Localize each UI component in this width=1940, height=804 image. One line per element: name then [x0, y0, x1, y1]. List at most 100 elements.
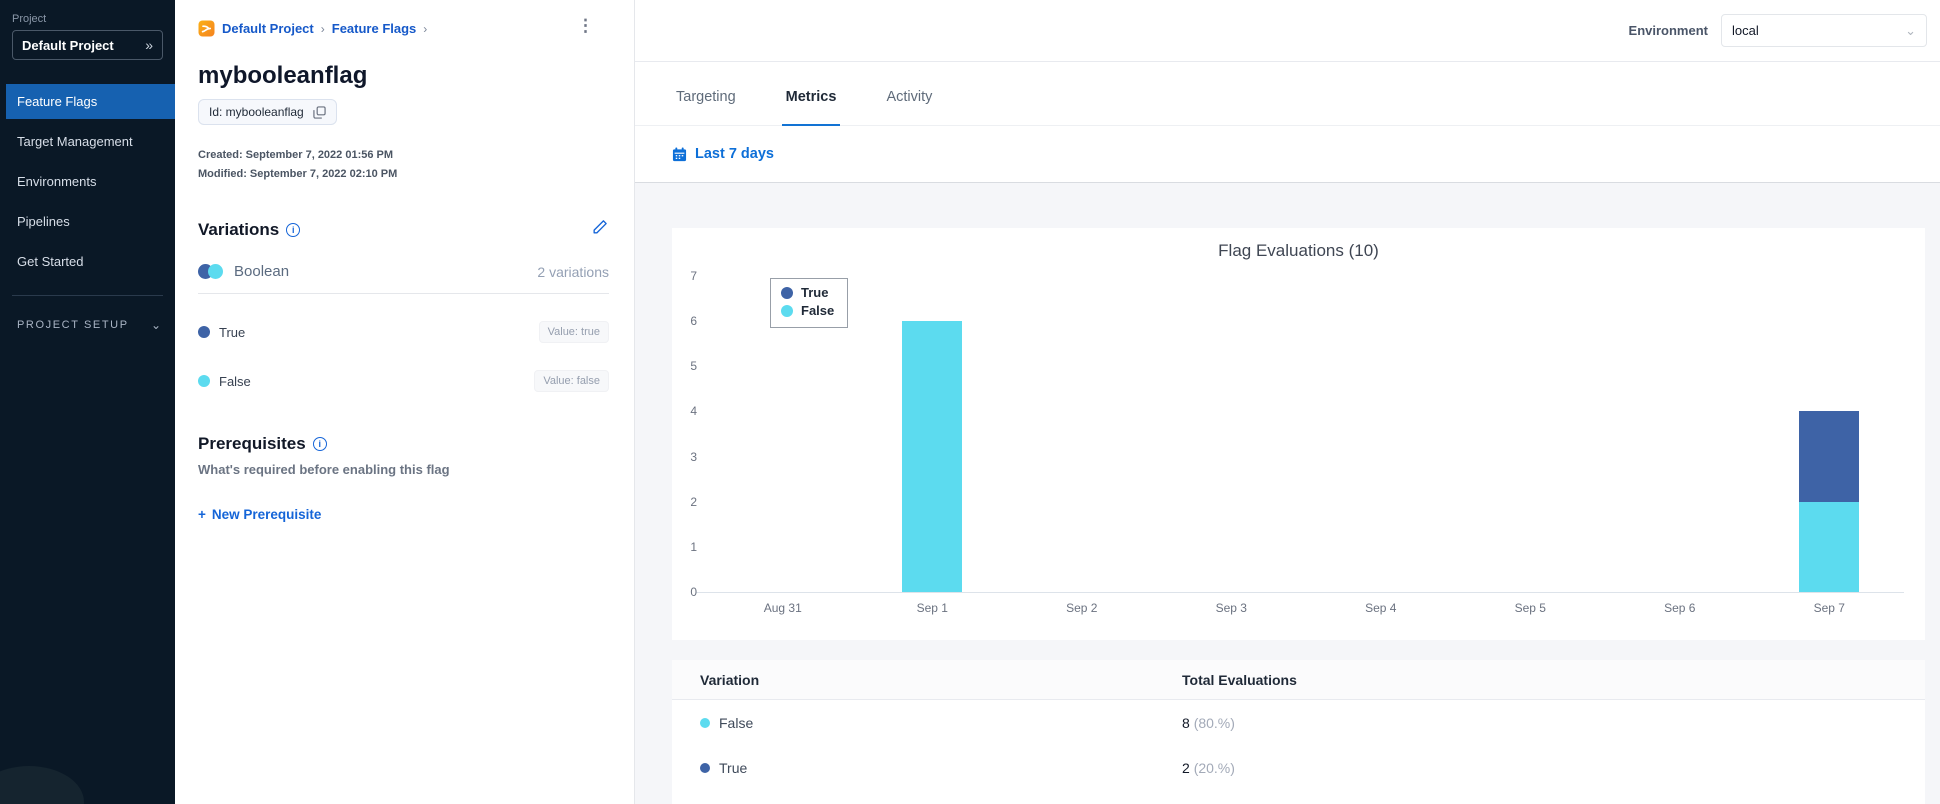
chevron-down-icon: ⌄	[1905, 22, 1916, 38]
variation-count: 2 variations	[537, 263, 609, 280]
metrics-panel: Environment local ⌄ Targeting Metrics Ac…	[635, 0, 1940, 804]
project-selector[interactable]: Default Project »	[12, 30, 163, 60]
sidebar-divider	[12, 295, 163, 296]
y-axis-tick: 2	[690, 494, 697, 509]
flag-evaluations-chart: Flag Evaluations (10) Aug 31 Sep 1 Sep 2 Se…	[672, 228, 1925, 640]
tab-activity[interactable]: Activity	[882, 89, 936, 126]
new-prerequisite-button[interactable]: + New Prerequisite	[198, 507, 321, 522]
false-row-percent: (80.%)	[1193, 714, 1235, 731]
column-variation: Variation	[700, 671, 760, 688]
column-total-evaluations: Total Evaluations	[1182, 671, 1297, 688]
false-variation-dot	[198, 375, 210, 387]
info-icon[interactable]: i	[286, 223, 301, 237]
chart-category-slot: Sep 2	[1007, 276, 1157, 615]
true-variation-value: Value: true	[538, 321, 609, 343]
y-axis-tick: 4	[690, 404, 697, 419]
true-row-percent: (20.%)	[1193, 759, 1235, 776]
variation-row-true: True Value: true	[198, 321, 609, 343]
legend-item[interactable]: True	[781, 284, 834, 302]
false-variation-name: False	[219, 373, 251, 389]
legend-label: False	[801, 303, 835, 318]
plus-icon: +	[198, 507, 206, 522]
chart-category-slot: Sep 5	[1456, 276, 1606, 615]
environment-selected-value: local	[1732, 23, 1759, 38]
sidebar-item-feature-flags[interactable]: Feature Flags	[6, 84, 175, 119]
x-axis-line	[696, 592, 1904, 593]
table-header-row: Variation Total Evaluations	[672, 660, 1925, 700]
flag-detail-panel: Default Project › Feature Flags › ⋮ mybo…	[175, 0, 635, 804]
y-axis-tick: 0	[690, 585, 697, 599]
info-icon[interactable]: i	[312, 437, 327, 451]
flag-modified: Modified: September 7, 2022 02:10 PM	[198, 168, 398, 180]
breadcrumb-default-project[interactable]: Default Project	[222, 21, 314, 36]
sidebar-item-target-management[interactable]: Target Management	[0, 124, 175, 159]
flag-id-text: Id: mybooleanflag	[209, 105, 304, 119]
chart-plot-area: Aug 31 Sep 1 Sep 2 Sep 3 Sep 4 Sep 5 Sep 6 Sep …	[690, 269, 1905, 615]
x-axis-label: Sep 2	[1066, 601, 1098, 615]
date-range-picker[interactable]: Last 7 days	[672, 146, 774, 162]
help-bubble[interactable]	[0, 766, 84, 804]
sidebar: Project Default Project » Feature Flags …	[0, 0, 175, 804]
y-axis-tick: 6	[690, 314, 697, 329]
chart-category-slot: Sep 6	[1605, 276, 1755, 615]
flag-id-chip[interactable]: Id: mybooleanflag	[198, 99, 337, 125]
breadcrumb-feature-flags[interactable]: Feature Flags	[332, 21, 417, 36]
table-row-true: True 2 (20.%)	[672, 745, 1925, 790]
project-setup-toggle[interactable]: PROJECT SETUP ⌄	[17, 318, 161, 332]
chart-category-slot: Sep 7	[1755, 276, 1905, 615]
stacked-bar[interactable]	[902, 321, 963, 592]
variation-row-false: False Value: false	[198, 370, 609, 392]
chart-legend[interactable]: True False	[770, 278, 849, 328]
y-axis-tick: 5	[690, 359, 697, 374]
false-row-name: False	[719, 714, 754, 731]
prerequisites-description: What's required before enabling this fla…	[198, 462, 450, 477]
app-window: Project Default Project » Feature Flags …	[0, 0, 1940, 804]
true-variation-dot	[198, 326, 210, 338]
legend-dot	[781, 305, 793, 317]
chart-title: Flag Evaluations (10)	[1218, 241, 1379, 260]
breadcrumb-separator: ›	[423, 21, 428, 36]
x-axis-label: Aug 31	[763, 601, 802, 615]
tab-metrics[interactable]: Metrics	[781, 89, 841, 126]
chart-category-slot: Sep 3	[1157, 276, 1307, 615]
project-label: Project	[12, 13, 47, 25]
false-row-count: 8	[1182, 714, 1190, 731]
true-row-count: 2	[1182, 759, 1190, 776]
environment-select[interactable]: local ⌄	[1721, 14, 1927, 47]
breadcrumb: Default Project › Feature Flags ›	[198, 0, 609, 37]
featbit-logo-icon	[198, 20, 215, 37]
prerequisites-section-header: Prerequisites i	[198, 434, 609, 454]
table-row-false: False 8 (80.%)	[672, 700, 1925, 745]
x-axis-label: Sep 4	[1365, 601, 1397, 615]
stacked-bar[interactable]	[1799, 411, 1860, 592]
kebab-menu-icon[interactable]: ⋮	[577, 17, 594, 34]
variations-section-header: Variations i	[198, 220, 609, 240]
sidebar-nav: Feature Flags Target Management Environm…	[0, 84, 175, 279]
x-axis-label: Sep 5	[1514, 601, 1546, 615]
bar-segment	[1799, 501, 1860, 592]
environment-bar: Environment local ⌄	[635, 0, 1940, 62]
false-row-dot	[700, 717, 710, 728]
sidebar-item-get-started[interactable]: Get Started	[0, 244, 175, 279]
legend-item[interactable]: False	[781, 302, 834, 320]
sidebar-item-environments[interactable]: Environments	[0, 164, 175, 199]
true-row-dot	[700, 762, 710, 773]
flag-created: Created: September 7, 2022 01:56 PM	[198, 149, 394, 161]
environment-label: Environment	[1628, 23, 1708, 38]
y-axis-tick: 1	[690, 539, 697, 554]
chevron-down-icon: ⌄	[150, 318, 161, 332]
copy-icon[interactable]	[313, 105, 326, 119]
tabs-bar: Targeting Metrics Activity	[635, 62, 1940, 126]
variation-type-label: Boolean	[234, 263, 290, 280]
collapse-icon[interactable]: »	[145, 37, 153, 53]
true-variation-name: True	[219, 324, 246, 340]
x-axis-label: Sep 3	[1215, 601, 1247, 615]
tab-targeting[interactable]: Targeting	[672, 89, 740, 126]
flag-title: mybooleanflag	[198, 62, 368, 89]
true-row-name: True	[719, 759, 748, 776]
sidebar-item-pipelines[interactable]: Pipelines	[0, 204, 175, 239]
prerequisites-heading: Prerequisites	[198, 434, 306, 453]
date-range-bar: Last 7 days	[635, 126, 1940, 183]
edit-variations-button[interactable]	[591, 218, 609, 236]
y-axis-tick: 7	[690, 269, 697, 283]
